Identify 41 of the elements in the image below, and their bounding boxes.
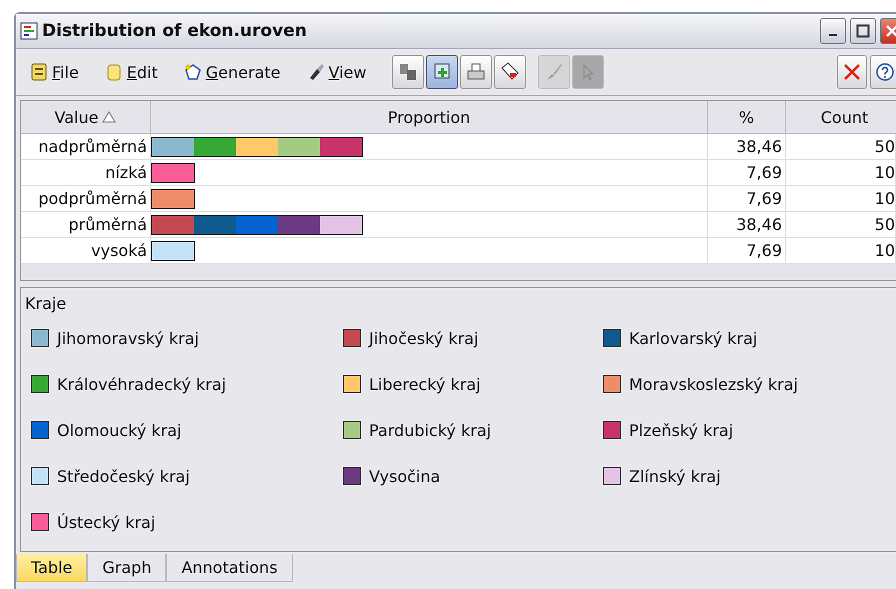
menu-item[interactable]: View bbox=[306, 62, 366, 82]
table-cell: 38,46 bbox=[708, 134, 786, 159]
column-header[interactable]: % bbox=[708, 101, 786, 133]
window-title: Distribution of ekon.uroven bbox=[42, 21, 307, 41]
table-cell: vysoká bbox=[21, 238, 151, 263]
table-cell: 10 bbox=[874, 241, 895, 260]
column-header[interactable]: Proportion bbox=[151, 101, 708, 133]
legend-label: Vysočina bbox=[369, 466, 440, 486]
table-cell: průměrná bbox=[21, 212, 151, 237]
table-cell: 10 bbox=[874, 163, 895, 182]
legend-label: Karlovarský kraj bbox=[629, 328, 758, 348]
legend-label: Jihomoravský kraj bbox=[57, 328, 199, 348]
legend-label: Moravskoslezský kraj bbox=[629, 374, 798, 394]
legend-label: Středočeský kraj bbox=[57, 466, 190, 486]
legend-label: Olomoucký kraj bbox=[57, 420, 182, 440]
table-cell: nízká bbox=[21, 160, 151, 185]
legend-title: Kraje bbox=[25, 294, 68, 313]
legend-label: Plzeňský kraj bbox=[629, 420, 734, 440]
column-header[interactable]: Count bbox=[786, 101, 896, 133]
legend-label: Liberecký kraj bbox=[369, 374, 481, 394]
table-cell: 38,46 bbox=[708, 212, 786, 237]
legend-label: Královéhradecký kraj bbox=[57, 374, 226, 394]
menu-item[interactable]: Generate bbox=[184, 62, 280, 82]
legend-label: Pardubický kraj bbox=[369, 420, 492, 440]
table-cell: 10 bbox=[874, 189, 895, 208]
table-cell: podprůměrná bbox=[21, 186, 151, 211]
tab[interactable]: Graph bbox=[87, 554, 166, 582]
table-cell: 7,69 bbox=[708, 238, 786, 263]
tab[interactable]: Table bbox=[16, 554, 88, 582]
tab[interactable]: Annotations bbox=[166, 554, 293, 582]
table-cell: 50 bbox=[874, 215, 895, 234]
legend-label: Jihočeský kraj bbox=[369, 328, 478, 348]
table-cell: 7,69 bbox=[708, 160, 786, 185]
column-header[interactable]: Value bbox=[21, 101, 151, 133]
menu-item[interactable]: Edit bbox=[104, 62, 158, 82]
legend-label: Ústecký kraj bbox=[57, 512, 156, 532]
table-cell: 7,69 bbox=[708, 186, 786, 211]
legend-label: Zlínský kraj bbox=[629, 466, 721, 486]
menu-item[interactable]: File bbox=[30, 62, 79, 82]
table-cell: nadprůměrná bbox=[21, 134, 151, 159]
table-cell: 50 bbox=[874, 137, 895, 156]
